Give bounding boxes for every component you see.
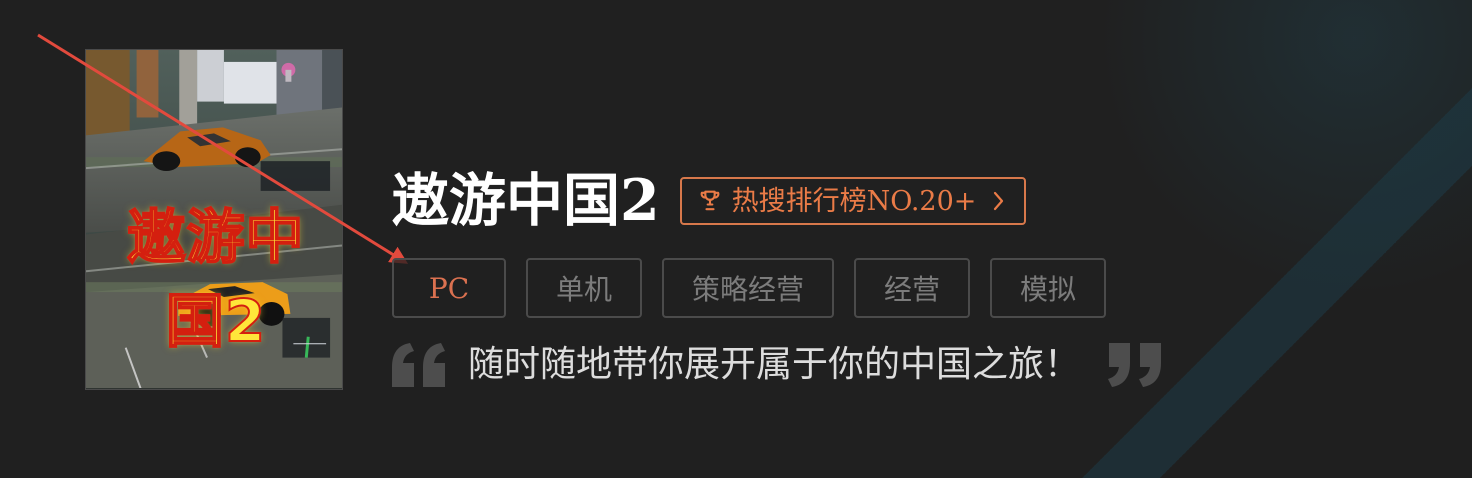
close-quote-icon xyxy=(1108,343,1162,387)
tag-list: PC 单机 策略经营 经营 模拟 xyxy=(392,258,1232,318)
tag-simulation[interactable]: 模拟 xyxy=(990,258,1107,318)
ranking-label: 热搜排行榜NO.20+ xyxy=(731,185,977,217)
tag-single-player[interactable]: 单机 xyxy=(526,258,643,318)
ranking-badge[interactable]: 热搜排行榜NO.20+ xyxy=(679,177,1027,225)
slogan-text: 随时随地带你展开属于你的中国之旅！ xyxy=(468,344,1081,385)
game-title: 遨游中国2 xyxy=(392,166,660,234)
tag-strategy-management[interactable]: 策略经营 xyxy=(662,258,835,318)
tag-management[interactable]: 经营 xyxy=(854,258,971,318)
slogan-row: 随时随地带你展开属于你的中国之旅！ xyxy=(392,336,1232,394)
game-cover-image[interactable]: 遨游中国2 xyxy=(85,49,343,390)
tag-pc[interactable]: PC xyxy=(392,258,506,318)
cover-title: 遨游中国2 xyxy=(126,202,305,356)
trophy-icon xyxy=(696,187,724,215)
game-info-panel: 遨游中国2 热搜排行榜NO.20+ PC 单机 策略经营 经营 模拟 随时随地带… xyxy=(392,166,1232,394)
open-quote-icon xyxy=(392,343,445,387)
chevron-right-icon xyxy=(990,188,1008,214)
title-row: 遨游中国2 热搜排行榜NO.20+ xyxy=(392,166,1232,236)
